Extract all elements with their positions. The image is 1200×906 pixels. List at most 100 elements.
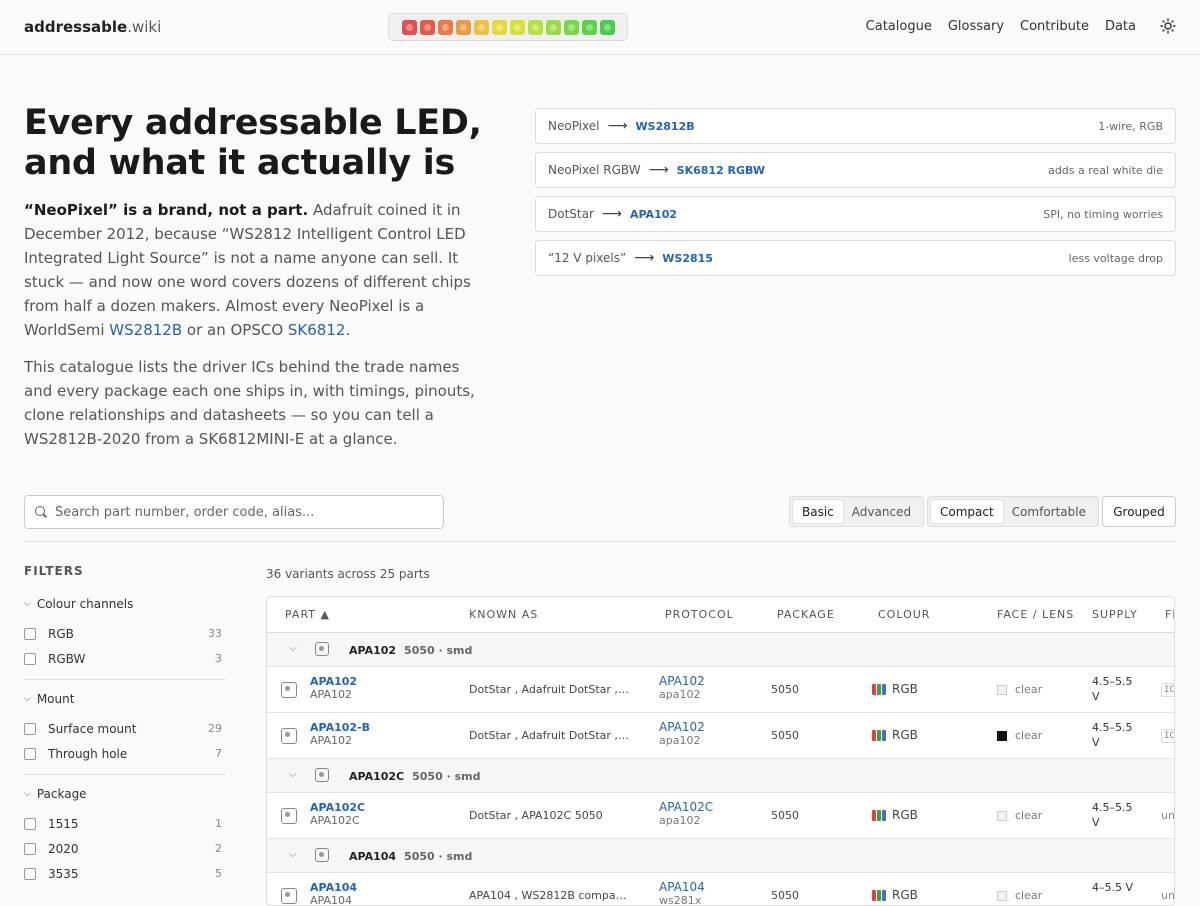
filter-item[interactable]: Through hole 7 — [24, 741, 226, 766]
chevron-down-icon[interactable]: ⌵ — [289, 849, 297, 860]
alias-card[interactable]: DotStar ⟶ APA102 SPI, no timing worries — [535, 196, 1176, 232]
alias-card[interactable]: NeoPixel ⟶ WS2812B 1-wire, RGB — [535, 108, 1176, 144]
grouped-button[interactable]: Grouped — [1102, 496, 1176, 527]
lens-value: clear — [1015, 729, 1043, 742]
part-link[interactable]: APA102 — [310, 675, 357, 688]
table-row[interactable]: APA102 APA102 DotStar , Adafruit DotStar ,… — [267, 667, 1174, 713]
filter-group-mount: ⌵ Mount Surface mount 29 Through hole 7 — [24, 692, 226, 775]
lens-cell: clear — [997, 729, 1042, 742]
col-known-as[interactable]: KNOWN AS — [469, 608, 538, 621]
alias-card[interactable]: “12 V pixels” ⟶ WS2815 less voltage drop — [535, 240, 1176, 276]
known-as: DotStar , APA102C 5050 — [469, 809, 603, 822]
filter-count: 29 — [208, 722, 222, 735]
part-link[interactable]: APA102C — [310, 801, 365, 814]
col-fi[interactable]: FI — [1165, 608, 1174, 621]
checkbox[interactable] — [24, 722, 36, 735]
checkbox[interactable] — [24, 817, 36, 830]
checkbox[interactable] — [24, 747, 36, 760]
arrow-right-icon: ⟶ — [607, 118, 628, 134]
nav-contribute[interactable]: Contribute — [1020, 19, 1089, 34]
hero-intro-mid: or an OPSCO — [182, 321, 288, 339]
protocol-link[interactable]: APA102 — [659, 674, 705, 688]
part-sub: APA102C — [310, 814, 360, 827]
filter-group-header[interactable]: ⌵ Mount — [24, 692, 226, 706]
alias-card[interactable]: NeoPixel RGBW ⟶ SK6812 RGBW adds a real whi… — [535, 152, 1176, 188]
filter-label: Through hole — [48, 746, 128, 761]
group-row[interactable]: ⌵ APA102C 5050 · smd — [267, 759, 1174, 793]
package-icon — [281, 808, 297, 824]
mode-toggle: Basic Advanced — [789, 496, 925, 527]
checkbox[interactable] — [24, 652, 36, 665]
fi-cell: IC — [1161, 683, 1174, 697]
lens-swatch-icon — [997, 685, 1007, 695]
protocol-sub: apa102 — [659, 688, 701, 701]
table-row[interactable]: APA104 APA104 APA104 , WS2812B compatible A… — [267, 873, 1174, 905]
col-part[interactable]: PART ▲ — [285, 608, 330, 621]
density-comfortable[interactable]: Comfortable — [1003, 500, 1095, 523]
chevron-down-icon[interactable]: ⌵ — [289, 769, 297, 780]
nav-glossary[interactable]: Glossary — [948, 19, 1004, 34]
filter-group-header[interactable]: ⌵ Colour channels — [24, 597, 226, 611]
filter-item[interactable]: RGB 33 — [24, 621, 226, 646]
checkbox[interactable] — [24, 867, 36, 880]
filter-count: 3 — [215, 652, 222, 665]
filter-label: Surface mount — [48, 721, 137, 736]
alias-part[interactable]: WS2812B — [636, 120, 695, 133]
filter-label: 3535 — [48, 866, 79, 881]
led-swatch — [473, 19, 489, 35]
density-compact[interactable]: Compact — [931, 500, 1003, 523]
hero-title: Every addressable LED, and what it actua… — [24, 103, 482, 183]
col-colour[interactable]: COLOUR — [878, 608, 930, 621]
filter-item[interactable]: 3535 5 — [24, 861, 226, 886]
group-package: 5050 · smd — [412, 770, 481, 783]
site-logo[interactable]: addressable.wiki — [24, 18, 161, 36]
filters-title: FILTERS — [24, 564, 84, 578]
protocol-link[interactable]: APA102C — [659, 800, 713, 814]
supply-cell: 4.5–5.5 V — [1092, 800, 1133, 830]
sun-icon[interactable] — [1160, 18, 1176, 34]
alias-part[interactable]: WS2815 — [662, 252, 713, 265]
nav-data[interactable]: Data — [1105, 19, 1136, 34]
filter-group-name: Package — [36, 787, 87, 801]
nav-catalogue[interactable]: Catalogue — [866, 19, 932, 34]
group-name: APA104 5050 · smd — [349, 850, 472, 863]
checkbox[interactable] — [24, 842, 36, 855]
link-sk6812[interactable]: SK6812 — [288, 321, 346, 339]
group-row[interactable]: ⌵ APA102 5050 · smd — [267, 633, 1174, 667]
table-row[interactable]: APA102-B APA102 DotStar , Adafruit DotStar… — [267, 713, 1174, 759]
col-face-lens[interactable]: FACE / LENS — [997, 608, 1074, 621]
checkbox[interactable] — [24, 627, 36, 640]
filter-item[interactable]: 2020 2 — [24, 836, 226, 861]
col-package[interactable]: PACKAGE — [777, 608, 835, 621]
group-row[interactable]: ⌵ APA104 5050 · smd — [267, 839, 1174, 873]
link-ws2812b[interactable]: WS2812B — [109, 321, 182, 339]
filter-item[interactable]: 1515 1 — [24, 811, 226, 836]
protocol-link[interactable]: APA102 — [659, 720, 705, 734]
chevron-down-icon: ⌵ — [24, 599, 31, 609]
alias-note: SPI, no timing worries — [1043, 207, 1163, 221]
chevron-down-icon[interactable]: ⌵ — [289, 643, 297, 654]
part-link[interactable]: APA102-B — [310, 721, 370, 734]
rgb-channels-icon — [872, 684, 886, 695]
filter-item[interactable]: RGBW 3 — [24, 646, 226, 671]
led-swatch — [545, 19, 561, 35]
colour-cell: RGB — [872, 682, 918, 696]
alias-part[interactable]: SK6812 RGBW — [677, 164, 765, 177]
protocol-link[interactable]: APA104 — [659, 880, 705, 894]
search-box — [24, 495, 444, 529]
search-input[interactable] — [55, 504, 415, 520]
group-package: 5050 · smd — [404, 850, 473, 863]
chevron-down-icon: ⌵ — [24, 694, 31, 704]
alias-part[interactable]: APA102 — [630, 208, 677, 221]
col-protocol[interactable]: PROTOCOL — [665, 608, 734, 621]
filter-group-header[interactable]: ⌵ Package — [24, 787, 226, 801]
table-row[interactable]: APA102C APA102C DotStar , APA102C 5050 APA1… — [267, 793, 1174, 839]
filter-item[interactable]: Surface mount 29 — [24, 716, 226, 741]
mode-basic[interactable]: Basic — [793, 500, 843, 523]
part-cell: APA102 APA102 — [310, 675, 357, 701]
led-swatch — [419, 19, 435, 35]
search-icon — [35, 506, 47, 518]
mode-advanced[interactable]: Advanced — [843, 500, 920, 523]
part-link[interactable]: APA104 — [310, 881, 357, 894]
col-supply[interactable]: SUPPLY — [1092, 608, 1138, 621]
